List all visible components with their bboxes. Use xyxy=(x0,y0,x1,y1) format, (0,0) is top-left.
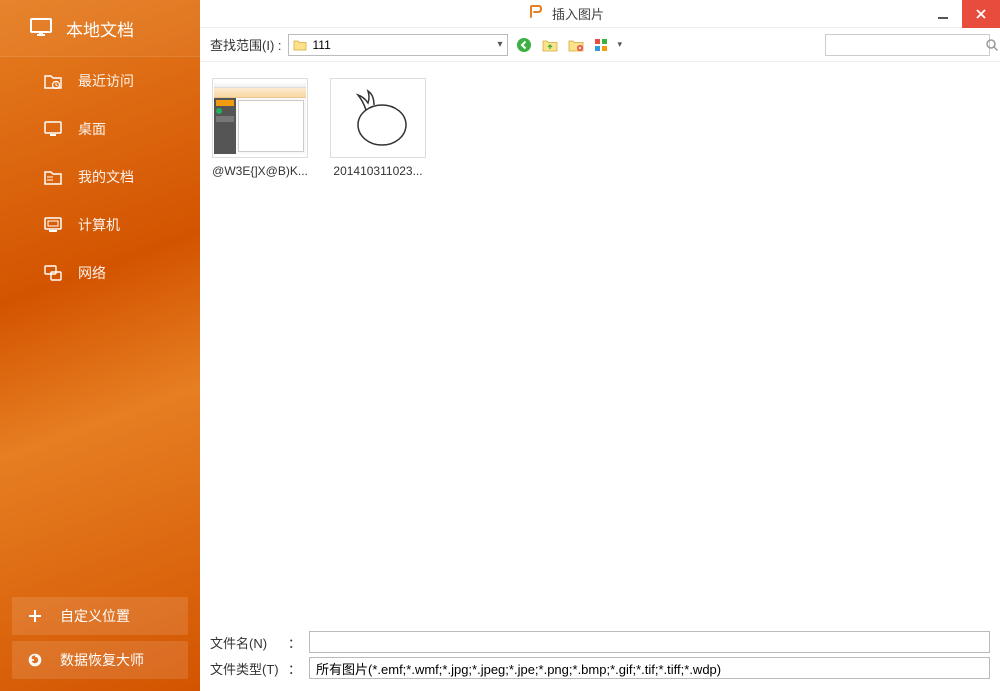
data-recovery-button[interactable]: 数据恢复大师 xyxy=(12,641,188,679)
filename-input[interactable] xyxy=(309,631,990,653)
lookin-dropdown[interactable]: 111 ▾ xyxy=(288,34,508,56)
new-folder-button[interactable] xyxy=(566,35,586,55)
back-button[interactable] xyxy=(514,35,534,55)
thumbnail-drawing xyxy=(330,78,426,158)
desktop-icon xyxy=(42,121,64,137)
recover-icon xyxy=(28,653,48,667)
filetype-select[interactable]: 所有图片(*.emf;*.wmf;*.jpg;*.jpeg;*.jpe;*.pn… xyxy=(309,657,990,679)
sidebar-item-desktop[interactable]: 桌面 xyxy=(0,105,200,153)
search-input[interactable] xyxy=(830,38,985,52)
chevron-down-icon: ▾ xyxy=(497,39,502,50)
file-name: @W3E{]X@B)K... xyxy=(212,164,308,178)
filetype-row: 文件类型(T) ： 所有图片(*.emf;*.wmf;*.jpg;*.jpeg;… xyxy=(210,657,990,679)
folder-icon xyxy=(293,39,307,51)
button-label: 数据恢复大师 xyxy=(60,650,144,670)
filename-row: 文件名(N) ： xyxy=(210,631,990,653)
file-item[interactable]: @W3E{]X@B)K... xyxy=(210,78,310,178)
thumbnail-screenshot xyxy=(212,78,308,158)
view-mode-button[interactable] xyxy=(592,35,612,55)
recent-icon xyxy=(42,73,64,89)
custom-location-button[interactable]: 自定义位置 xyxy=(12,597,188,635)
file-grid: @W3E{]X@B)K... 201410311023... xyxy=(200,62,1000,621)
sidebar-nav: 最近访问 桌面 我的文档 计算机 网络 xyxy=(0,57,200,591)
filename-label: 文件名(N) xyxy=(210,633,280,652)
search-icon[interactable] xyxy=(985,38,999,52)
toolbar: 查找范围(I) : 111 ▾ ▾ xyxy=(200,28,1000,62)
filetype-label: 文件类型(T) xyxy=(210,659,280,678)
sidebar-bottom: 自定义位置 数据恢复大师 xyxy=(0,591,200,691)
chevron-down-icon[interactable]: ▾ xyxy=(618,39,623,50)
titlebar-center: 插入图片 xyxy=(210,4,924,23)
sidebar-item-label: 我的文档 xyxy=(78,167,134,187)
sidebar: 本地文档 最近访问 桌面 我的文档 计算机 xyxy=(0,0,200,691)
sidebar-item-computer[interactable]: 计算机 xyxy=(0,201,200,249)
sidebar-item-label: 桌面 xyxy=(78,119,106,139)
current-folder-name: 111 xyxy=(313,38,331,52)
monitor-icon xyxy=(30,18,52,38)
file-item[interactable]: 201410311023... xyxy=(328,78,428,178)
sidebar-item-recent[interactable]: 最近访问 xyxy=(0,57,200,105)
filetype-value: 所有图片(*.emf;*.wmf;*.jpg;*.jpeg;*.jpe;*.pn… xyxy=(316,659,721,678)
sidebar-item-network[interactable]: 网络 xyxy=(0,249,200,297)
documents-icon xyxy=(42,169,64,185)
sidebar-item-label: 网络 xyxy=(78,263,106,283)
file-name: 201410311023... xyxy=(333,164,422,178)
sidebar-title: 本地文档 xyxy=(66,16,134,41)
window-title: 插入图片 xyxy=(552,4,604,23)
computer-icon xyxy=(42,217,64,233)
titlebar: 插入图片 xyxy=(200,0,1000,28)
button-label: 自定义位置 xyxy=(60,606,130,626)
lookin-label: 查找范围(I) : xyxy=(210,35,282,54)
close-button[interactable] xyxy=(962,0,1000,28)
network-icon xyxy=(42,265,64,281)
main-panel: 插入图片 查找范围(I) : 111 ▾ xyxy=(200,0,1000,691)
plus-icon xyxy=(28,609,48,623)
dialog-footer: 文件名(N) ： 文件类型(T) ： 所有图片(*.emf;*.wmf;*.jp… xyxy=(200,621,1000,691)
up-folder-button[interactable] xyxy=(540,35,560,55)
search-box[interactable] xyxy=(825,34,990,56)
sidebar-item-label: 计算机 xyxy=(78,215,120,235)
sidebar-header: 本地文档 xyxy=(0,0,200,57)
sidebar-item-label: 最近访问 xyxy=(78,71,134,91)
app-logo-icon xyxy=(530,5,546,22)
minimize-button[interactable] xyxy=(924,0,962,28)
window-controls xyxy=(924,0,1000,28)
sidebar-item-documents[interactable]: 我的文档 xyxy=(0,153,200,201)
